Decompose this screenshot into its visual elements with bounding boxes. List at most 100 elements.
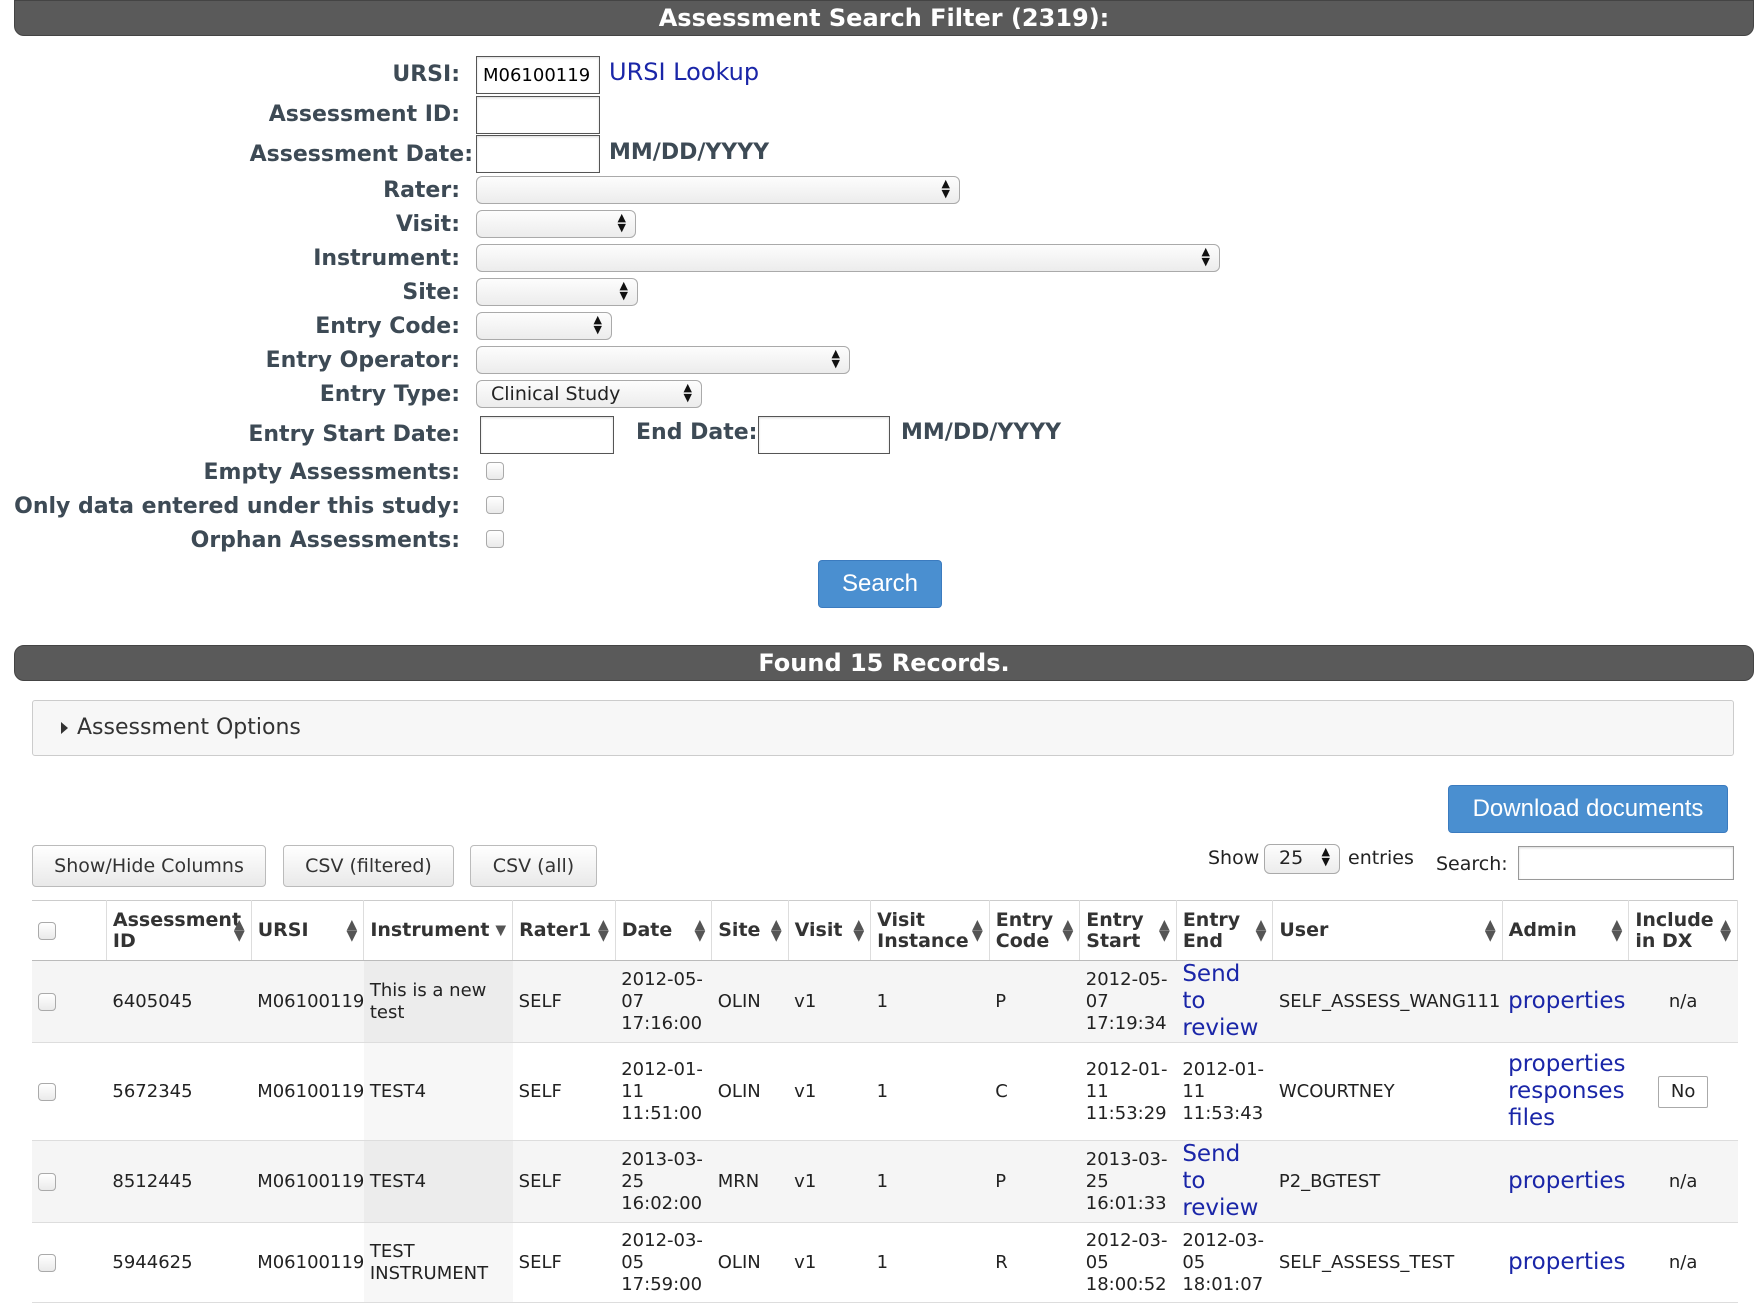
table-row: 8512445 M06100119 TEST4 SELF 2013-03-25 … xyxy=(32,1140,1738,1223)
csv-all-button[interactable]: CSV (all) xyxy=(470,845,597,887)
visit-select[interactable]: ▲ ▼ xyxy=(476,210,636,238)
col-header-include-dx[interactable]: Include in DX ▲ ▼ xyxy=(1628,900,1738,961)
sort-desc-icon: ▼ xyxy=(495,922,507,938)
col-header-assessment-id[interactable]: Assessment ID ▲ ▼ xyxy=(106,900,252,961)
cell-rater1: SELF xyxy=(512,1222,616,1303)
sort-icon: ▲ ▼ xyxy=(1720,916,1731,944)
entry-operator-label: Entry Operator: xyxy=(265,348,460,373)
assessment-id-input[interactable] xyxy=(476,96,600,134)
cell-site: OLIN xyxy=(711,1222,789,1303)
only-this-study-checkbox[interactable] xyxy=(486,496,504,514)
ursi-lookup-link[interactable]: URSI Lookup xyxy=(609,58,759,86)
cell-admin: properties xyxy=(1502,1222,1629,1303)
search-button[interactable]: Search xyxy=(818,560,942,608)
csv-filtered-button[interactable]: CSV (filtered) xyxy=(283,845,454,887)
page-size-select[interactable]: 25 ▲ ▼ xyxy=(1264,844,1340,874)
col-header-visit-instance[interactable]: Visit Instance ▲ ▼ xyxy=(870,900,990,961)
end-date-label: End Date: xyxy=(636,420,758,445)
entry-code-select[interactable]: ▲ ▼ xyxy=(476,312,612,340)
properties-link[interactable]: properties xyxy=(1508,988,1625,1014)
ursi-input[interactable] xyxy=(476,56,600,94)
col-header-entry-start[interactable]: Entry Start ▲ ▼ xyxy=(1079,900,1177,961)
rater-select[interactable]: ▲ ▼ xyxy=(476,176,960,204)
sort-icon: ▲ ▼ xyxy=(1611,916,1623,944)
sort-icon: ▲ ▼ xyxy=(853,916,865,944)
end-date-format-hint: MM/DD/YYYY xyxy=(901,420,1062,445)
col-header-user[interactable]: User ▲ ▼ xyxy=(1272,900,1503,961)
select-arrows-icon: ▲ ▼ xyxy=(941,177,950,200)
responses-link[interactable]: responses xyxy=(1508,1078,1624,1104)
entry-type-select[interactable]: Clinical Study ▲ ▼ xyxy=(476,380,702,408)
cell-user: SELF_ASSESS_TEST xyxy=(1272,1222,1503,1303)
row-checkbox[interactable] xyxy=(38,1082,56,1101)
select-all-checkbox[interactable] xyxy=(38,921,56,940)
cell-instrument: TEST4 xyxy=(363,1042,513,1141)
cell-entry-code: P xyxy=(989,1140,1080,1223)
site-select[interactable]: ▲ ▼ xyxy=(476,278,638,306)
end-date-input[interactable] xyxy=(758,416,890,454)
show-hide-columns-button[interactable]: Show/Hide Columns xyxy=(32,845,266,887)
table-row: 5944625 M06100119 TEST INSTRUMENT SELF 2… xyxy=(32,1222,1738,1303)
cell-rater1: SELF xyxy=(512,1042,616,1141)
include-dx-no-button[interactable]: No xyxy=(1657,1075,1709,1108)
table-search-label: Search: xyxy=(1436,853,1508,875)
sort-icon: ▲ ▼ xyxy=(1062,916,1074,944)
col-header-site[interactable]: Site ▲ ▼ xyxy=(711,900,789,961)
col-header-rater1[interactable]: Rater1 ▲ ▼ xyxy=(512,900,616,961)
row-select-cell[interactable] xyxy=(32,1042,107,1141)
records-table: Assessment ID ▲ ▼ URSI ▲ ▼ Instrument ▼ Rater… xyxy=(32,900,1738,1303)
col-header-admin[interactable]: Admin ▲ ▼ xyxy=(1502,900,1630,961)
cell-visit-instance: 1 xyxy=(870,1140,990,1223)
row-select-cell[interactable] xyxy=(32,1222,107,1303)
download-documents-button[interactable]: Download documents xyxy=(1448,785,1728,833)
cell-assessment-id: 6405045 xyxy=(106,960,252,1043)
col-header-visit[interactable]: Visit ▲ ▼ xyxy=(788,900,872,961)
visit-label: Visit: xyxy=(395,212,460,237)
cell-date: 2012-03-05 17:59:00 xyxy=(615,1222,712,1303)
cell-ursi: M06100119 xyxy=(251,1222,364,1303)
sort-icon: ▲ ▼ xyxy=(346,916,358,944)
cell-entry-end: Send to review xyxy=(1176,1140,1273,1223)
entry-start-date-input[interactable] xyxy=(480,416,614,454)
col-header-ursi[interactable]: URSI ▲ ▼ xyxy=(251,900,365,961)
properties-link[interactable]: properties xyxy=(1508,1249,1625,1275)
col-header-date[interactable]: Date ▲ ▼ xyxy=(615,900,713,961)
assessment-id-label: Assessment ID: xyxy=(268,102,460,127)
assessment-options-panel[interactable]: Assessment Options xyxy=(32,700,1734,756)
cell-rater1: SELF xyxy=(512,960,616,1043)
cell-visit: v1 xyxy=(788,1140,871,1223)
cell-visit: v1 xyxy=(788,1042,871,1141)
send-to-review-link[interactable]: Send to review xyxy=(1182,961,1258,1041)
empty-assessments-label: Empty Assessments: xyxy=(203,460,460,485)
cell-ursi: M06100119 xyxy=(251,960,364,1043)
cell-visit: v1 xyxy=(788,960,871,1043)
properties-link[interactable]: properties xyxy=(1508,1051,1625,1077)
cell-include-dx: n/a xyxy=(1628,1222,1738,1303)
row-checkbox[interactable] xyxy=(38,1172,56,1191)
col-header-entry-code[interactable]: Entry Code ▲ ▼ xyxy=(989,900,1081,961)
entry-operator-select[interactable]: ▲ ▼ xyxy=(476,346,850,374)
orphan-assessments-checkbox[interactable] xyxy=(486,530,504,548)
cell-assessment-id: 5944625 xyxy=(106,1222,252,1303)
row-select-cell[interactable] xyxy=(32,1140,107,1223)
send-to-review-link[interactable]: Send to review xyxy=(1182,1141,1258,1221)
row-select-cell[interactable] xyxy=(32,960,107,1043)
select-arrows-icon: ▲ ▼ xyxy=(619,279,628,302)
col-header-entry-end[interactable]: Entry End ▲ ▼ xyxy=(1176,900,1274,961)
assessment-date-input[interactable] xyxy=(476,135,600,173)
col-header-instrument[interactable]: Instrument ▼ xyxy=(363,900,514,961)
row-checkbox[interactable] xyxy=(38,992,56,1011)
table-search-input[interactable] xyxy=(1518,846,1734,880)
select-all-header[interactable] xyxy=(32,900,107,961)
row-checkbox[interactable] xyxy=(38,1253,56,1272)
show-label: Show xyxy=(1208,847,1260,869)
cell-site: OLIN xyxy=(711,960,789,1043)
select-arrows-icon: ▲ ▼ xyxy=(593,313,602,336)
instrument-select[interactable]: ▲ ▼ xyxy=(476,244,1220,272)
entry-code-label: Entry Code: xyxy=(315,314,460,339)
sort-icon: ▲ ▼ xyxy=(770,916,782,944)
expand-triangle-icon xyxy=(61,722,68,734)
empty-assessments-checkbox[interactable] xyxy=(486,462,504,480)
properties-link[interactable]: properties xyxy=(1508,1168,1625,1194)
files-link[interactable]: files xyxy=(1508,1105,1555,1131)
